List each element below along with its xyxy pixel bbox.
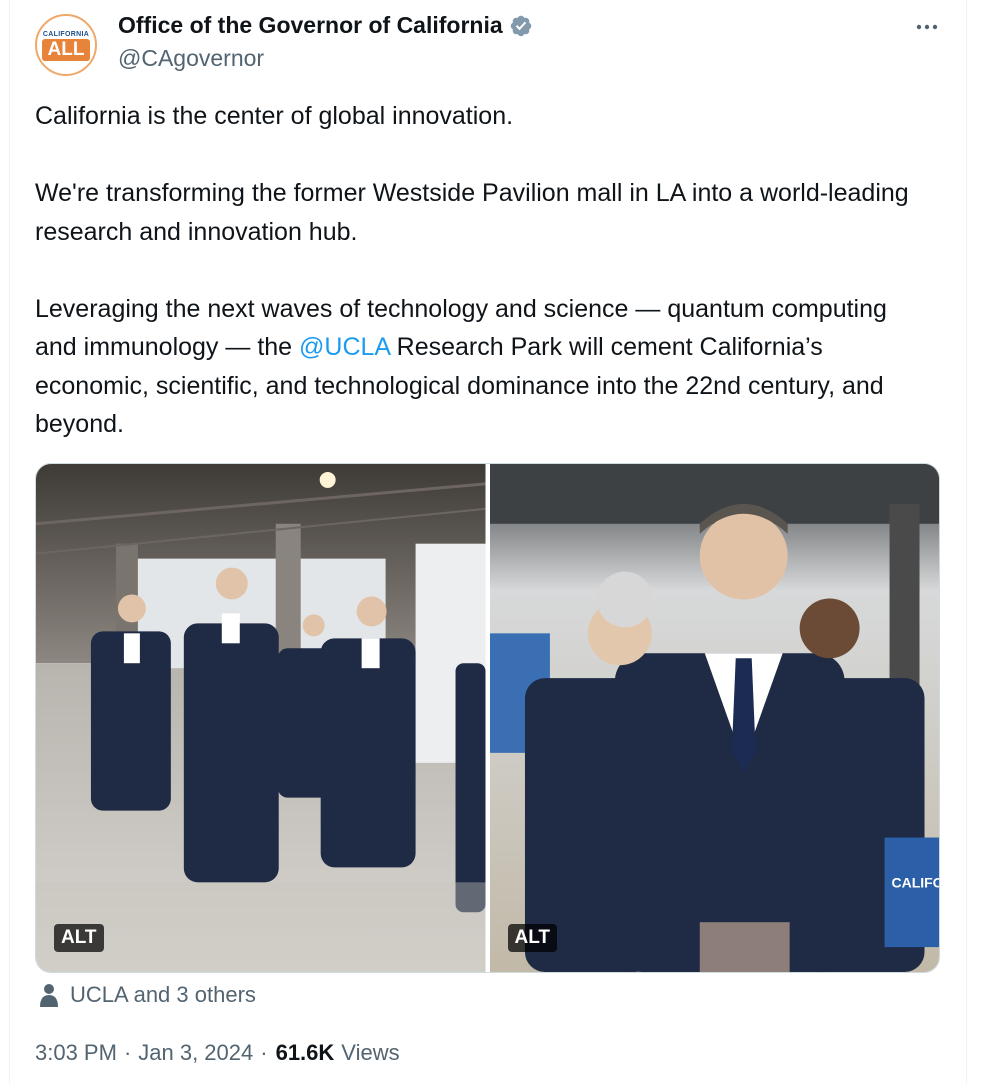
photo-2-image: CALIFO [489, 464, 939, 972]
author-handle[interactable]: @CAgovernor [118, 45, 264, 72]
author-display-name[interactable]: Office of the Governor of California [118, 12, 503, 39]
avatar-top-text: CALIFORNIA [42, 31, 90, 38]
person-icon [40, 984, 58, 1007]
avatar-main-text: ALL [41, 39, 91, 61]
tagged-text: UCLA and 3 others [70, 982, 256, 1007]
meta-separator-1: · [123, 1040, 132, 1065]
photo-1-image [36, 464, 486, 972]
media-grid: ALT CALIFO ALT [35, 463, 940, 973]
photo-2[interactable]: CALIFO ALT [489, 464, 939, 972]
tweet-time[interactable]: 3:03 PM [35, 1040, 117, 1066]
podium-text: CALIFO [891, 874, 939, 890]
tweet-text: California is the center of global innov… [35, 97, 935, 444]
mention-link[interactable]: @UCLA [299, 333, 390, 361]
photo-1[interactable]: ALT [36, 464, 486, 972]
tweet-date[interactable]: Jan 3, 2024 [138, 1040, 253, 1066]
tweet-paragraph-3: Leveraging the next waves of technology … [35, 290, 935, 444]
views-count[interactable]: 61.6K [276, 1040, 335, 1066]
author-avatar[interactable]: CALIFORNIA ALL [35, 14, 97, 76]
more-options-button[interactable] [914, 14, 940, 40]
author-name-row: Office of the Governor of California [118, 12, 533, 39]
alt-badge-1[interactable]: ALT [54, 924, 104, 952]
tweet-paragraph-2: We're transforming the former Westside P… [35, 179, 909, 246]
tagged-people[interactable]: UCLA and 3 others [38, 982, 256, 1008]
more-dots-icon [916, 24, 938, 30]
views-label: Views [341, 1040, 400, 1065]
meta-separator-2: · [260, 1040, 268, 1065]
alt-badge-2[interactable]: ALT [507, 924, 558, 952]
verified-badge-icon [510, 15, 531, 36]
tweet-meta: 3:03 PM · Jan 3, 2024 · 61.6K Views [35, 1040, 400, 1066]
tweet-line-1: California is the center of global innov… [35, 102, 514, 130]
